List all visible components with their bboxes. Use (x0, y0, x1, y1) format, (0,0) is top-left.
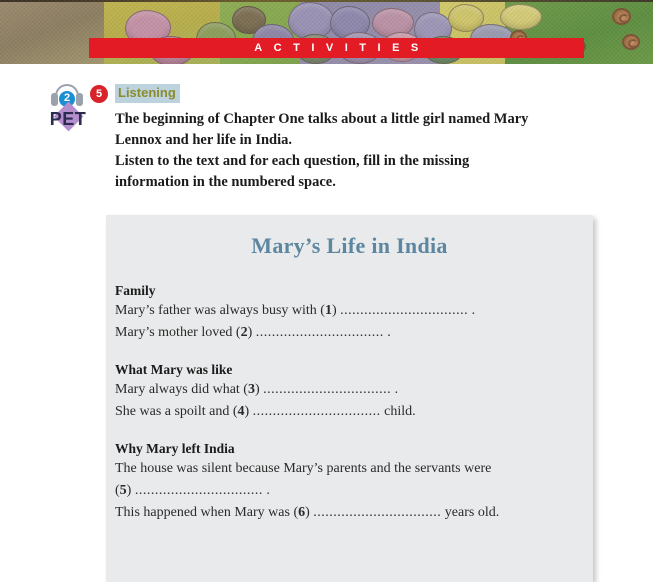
worksheet-section-heading: Family (115, 283, 156, 298)
page-content: 2 PET 5 Listening The beginning of Chapt… (0, 64, 653, 582)
worksheet-section-heading: Why Mary left India (115, 441, 235, 456)
gap-line-mid: ) (244, 404, 253, 419)
pet-exam-logo: PET (44, 101, 92, 134)
gap-line-mid: ) (126, 483, 135, 498)
worksheet-gap-fill-line[interactable]: She was a spoilt and (4) ...............… (115, 401, 593, 423)
gap-line-prefix: The house was silent because Mary’s pare… (115, 461, 492, 476)
gap-line-mid: ) (254, 382, 264, 397)
gap-number: 3 (247, 382, 255, 397)
gap-number: 2 (240, 325, 248, 340)
answer-blank[interactable]: ................................ (263, 382, 391, 397)
pet-logo-label: PET (49, 109, 87, 129)
worksheet-gap-fill-line[interactable]: The house was silent because Mary’s pare… (115, 458, 593, 480)
instruction-line: The beginning of Chapter One talks about… (115, 111, 529, 127)
gap-line-suffix: . (391, 382, 399, 397)
worksheet-gap-fill-line[interactable]: Mary’s mother loved (2) ................… (115, 322, 593, 344)
worksheet-gap-fill-line[interactable]: (5) ................................ . (115, 480, 593, 502)
banner-stone (500, 4, 542, 30)
worksheet-title: Mary’s Life in India (251, 233, 448, 258)
instruction-line: information in the numbered space. (115, 174, 336, 190)
worksheet-gap-fill-line[interactable]: Mary’s father was always busy with (1) .… (115, 300, 593, 322)
worksheet-gap-fill-line[interactable]: Mary always did what (3) ...............… (115, 379, 593, 401)
gap-line-mid: ) (331, 303, 341, 318)
worksheet-card: Mary’s Life in India Family Mary’s father… (106, 215, 593, 582)
answer-blank[interactable]: ................................ (253, 404, 381, 419)
instruction-line: Lennox and her life in India. (115, 132, 293, 148)
worksheet-section: Family Mary’s father was always busy with… (115, 281, 593, 344)
headphone-earcup-right (76, 93, 83, 106)
worksheet-sections: Family Mary’s father was always busy with… (106, 281, 593, 524)
exercise-number-badge: 5 (90, 85, 108, 103)
exercise-instructions: The beginning of Chapter One talks about… (115, 109, 585, 193)
worksheet-section-heading: What Mary was like (115, 362, 233, 377)
media-icon-group: 2 PET (44, 84, 92, 134)
instruction-line: Listen to the text and for each question… (115, 153, 470, 169)
gap-line-prefix: Mary’s father was always busy with ( (115, 303, 325, 318)
answer-blank[interactable]: ................................ (313, 505, 441, 520)
headphone-earcup-left (51, 93, 58, 106)
gap-number: 1 (324, 303, 332, 318)
skill-heading: Listening (115, 84, 180, 103)
gap-line-suffix: . (262, 483, 270, 498)
gap-line-suffix: years old. (441, 505, 500, 520)
answer-blank[interactable]: ................................ (135, 483, 263, 498)
gap-line-suffix: . (468, 303, 476, 318)
activities-section-banner: ACTIVITIES (89, 38, 584, 58)
worksheet-section: What Mary was like Mary always did what (… (115, 360, 593, 423)
gap-line-suffix: . (383, 325, 391, 340)
gap-line-prefix: Mary always did what ( (115, 382, 248, 397)
gap-line-suffix: child. (380, 404, 416, 419)
gap-line-prefix: This happened when Mary was ( (115, 505, 299, 520)
gap-line-prefix: Mary’s mother loved ( (115, 325, 241, 340)
gap-number: 5 (119, 483, 127, 498)
answer-blank[interactable]: ................................ (256, 325, 384, 340)
worksheet-gap-fill-line[interactable]: This happened when Mary was (6) ........… (115, 502, 593, 524)
gap-line-prefix: She was a spoilt and ( (115, 404, 238, 419)
banner-snail-icon (622, 34, 640, 50)
answer-blank[interactable]: ................................ (340, 303, 468, 318)
worksheet-section: Why Mary left India The house was silent … (115, 439, 593, 524)
gap-line-mid: ) (247, 325, 256, 340)
banner-snail-icon (612, 8, 631, 25)
